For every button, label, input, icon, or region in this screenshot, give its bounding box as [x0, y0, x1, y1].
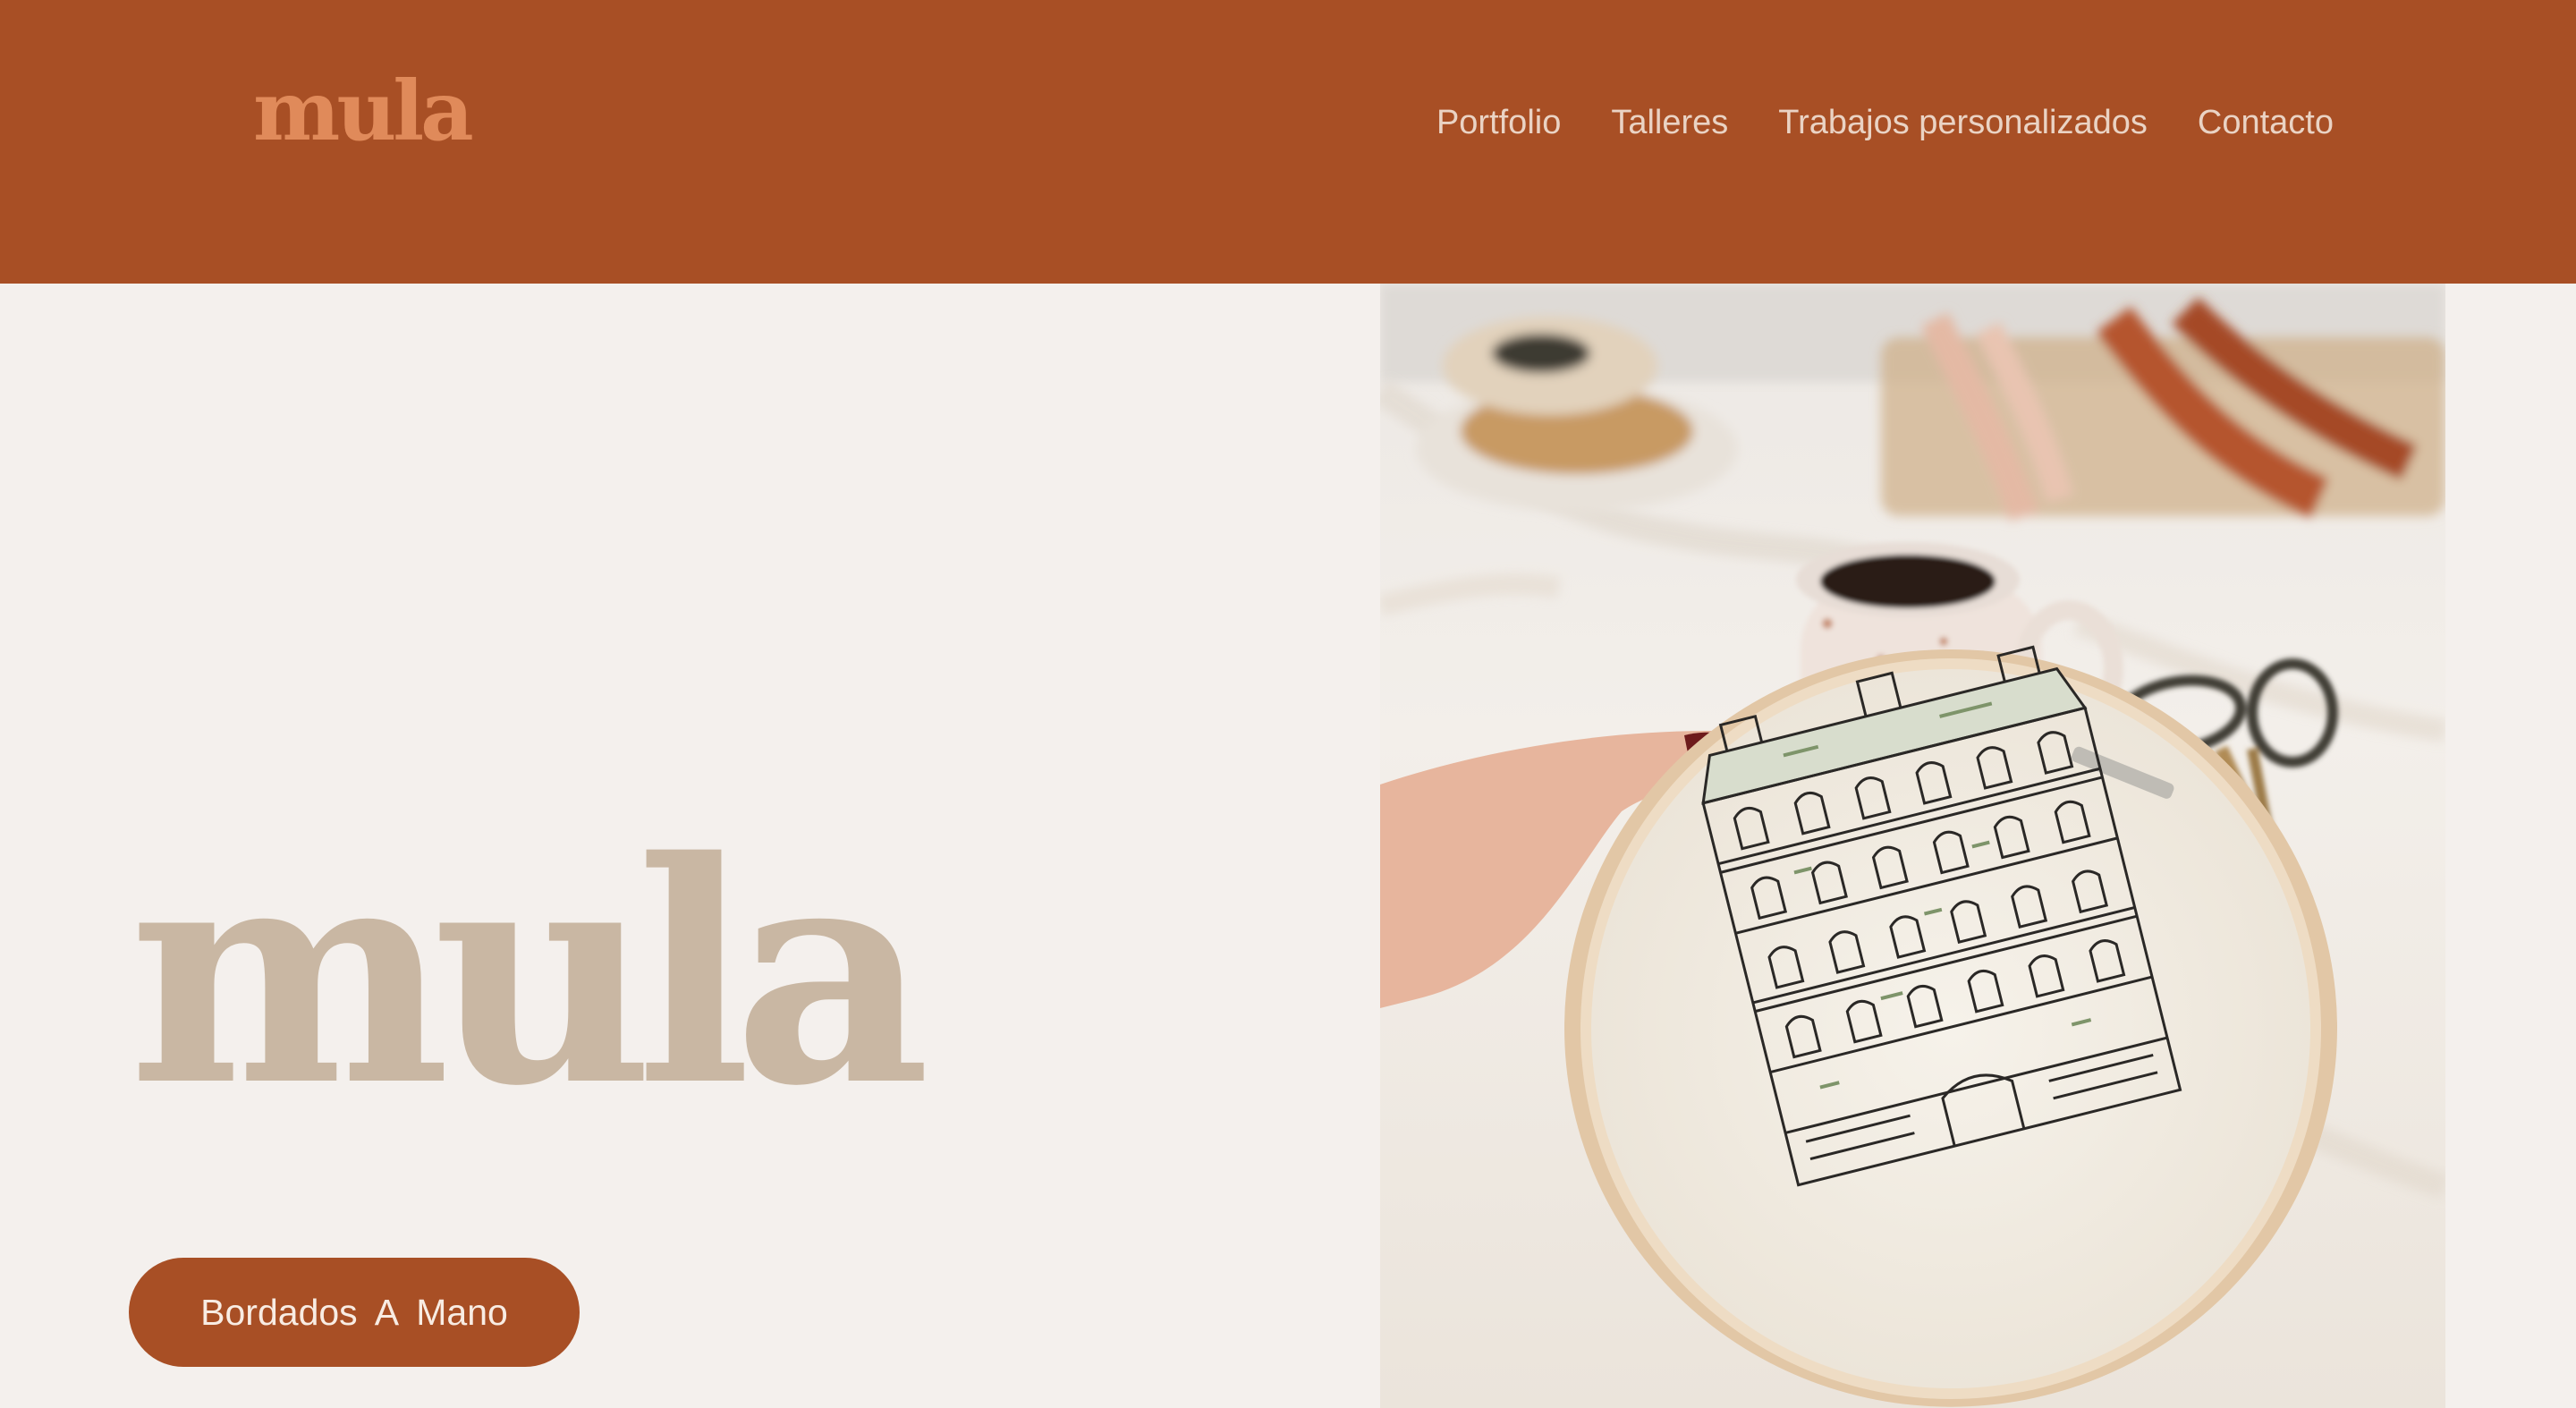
main-nav: Portfolio Talleres Trabajos personalizad… — [1436, 106, 2334, 140]
site-logo[interactable]: mula — [253, 70, 474, 152]
nav-item-talleres[interactable]: Talleres — [1611, 106, 1728, 140]
hero-embroidery-photo — [1380, 284, 2445, 1408]
nav-item-contacto[interactable]: Contacto — [2198, 106, 2334, 140]
nav-item-portfolio[interactable]: Portfolio — [1436, 106, 1561, 140]
hero-title: mula — [129, 796, 930, 1153]
nav-item-trabajos-personalizados[interactable]: Trabajos personalizados — [1778, 106, 2148, 140]
bordados-a-mano-button[interactable]: Bordados A Mano — [129, 1258, 580, 1367]
site-header: mula Portfolio Talleres Trabajos persona… — [0, 0, 2576, 284]
